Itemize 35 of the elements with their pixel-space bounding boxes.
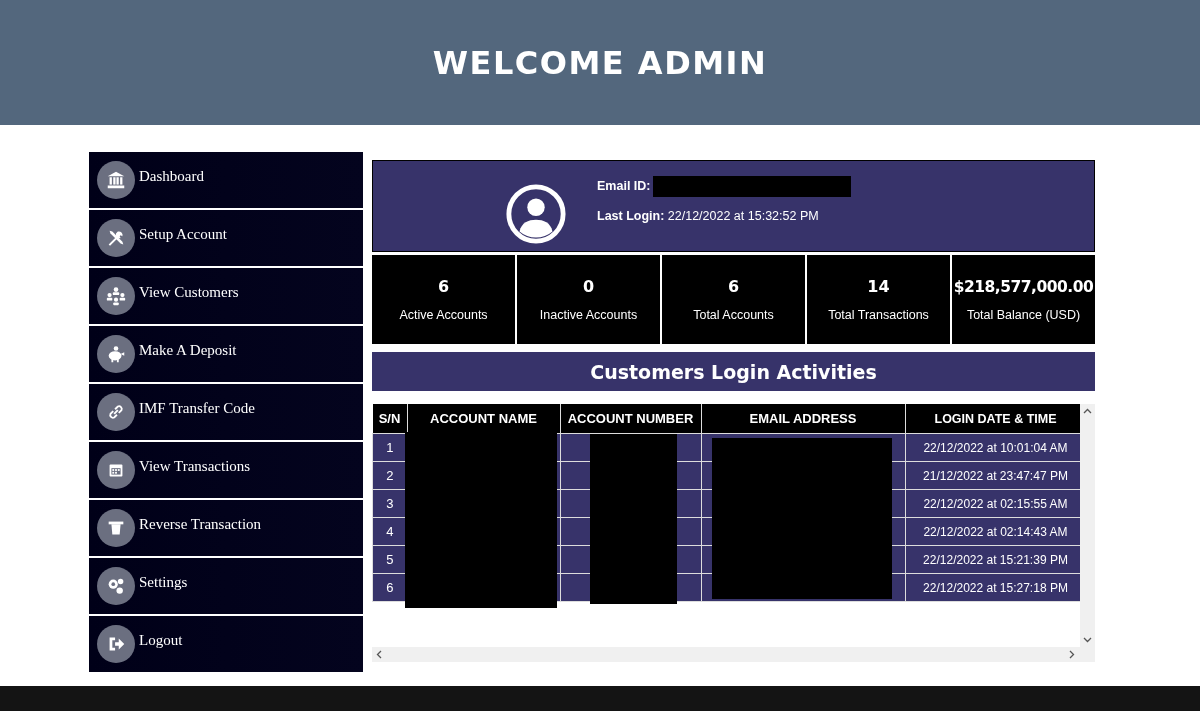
stat-label: Total Balance (USD) xyxy=(966,307,1081,322)
stat-value: 0 xyxy=(582,277,595,296)
sidebar-item[interactable]: Setup Account xyxy=(89,210,363,266)
last-login-text: Last Login: 22/12/2022 at 15:32:52 PM xyxy=(597,208,820,223)
column-header: LOGIN DATE & TIME xyxy=(905,404,1080,434)
sidebar-item[interactable]: Make A Deposit xyxy=(89,326,363,382)
stat-value: 6 xyxy=(727,277,740,296)
table-cell: 1 xyxy=(372,433,407,462)
table-cell: 22/12/2022 at 15:27:18 PM xyxy=(905,573,1080,602)
table-cell: 21/12/2022 at 23:47:47 PM xyxy=(905,461,1080,490)
section-title: Customers Login Activities xyxy=(372,352,1095,391)
sidebar-item[interactable]: IMF Transfer Code xyxy=(89,384,363,440)
table-cell: 22/12/2022 at 10:01:04 AM xyxy=(905,433,1080,462)
sidebar-item[interactable]: View Customers xyxy=(89,268,363,324)
column-header: ACCOUNT NAME xyxy=(407,404,560,434)
stat-label: Inactive Accounts xyxy=(539,308,638,322)
table-cell: 22/12/2022 at 15:21:39 PM xyxy=(905,545,1080,574)
column-header: EMAIL ADDRESS xyxy=(701,404,905,434)
stat-label: Total Accounts xyxy=(693,308,774,322)
sidebar-item[interactable]: Logout xyxy=(89,616,363,672)
stat-label: Total Transactions xyxy=(828,308,929,322)
stat-label: Active Accounts xyxy=(399,308,488,322)
table-cell: 22/12/2022 at 02:14:43 AM xyxy=(905,517,1080,546)
stat-value: 6 xyxy=(437,277,450,296)
stat-value: 14 xyxy=(867,277,890,296)
email-label: Email ID: xyxy=(597,179,651,193)
table-cell: 22/12/2022 at 02:15:55 AM xyxy=(905,489,1080,518)
sidebar-item[interactable]: View Transactions xyxy=(89,442,363,498)
sidebar-item[interactable]: Settings xyxy=(89,558,363,614)
page-title: WELCOME ADMIN xyxy=(432,43,768,82)
sidebar-item[interactable]: Dashboard xyxy=(89,152,363,208)
sidebar-item[interactable]: Reverse Transaction xyxy=(89,500,363,556)
column-header: ACCOUNT NUMBER xyxy=(560,404,701,434)
stat-value: $218,577,000.00 xyxy=(953,277,1094,296)
column-header: S/N xyxy=(372,404,407,434)
